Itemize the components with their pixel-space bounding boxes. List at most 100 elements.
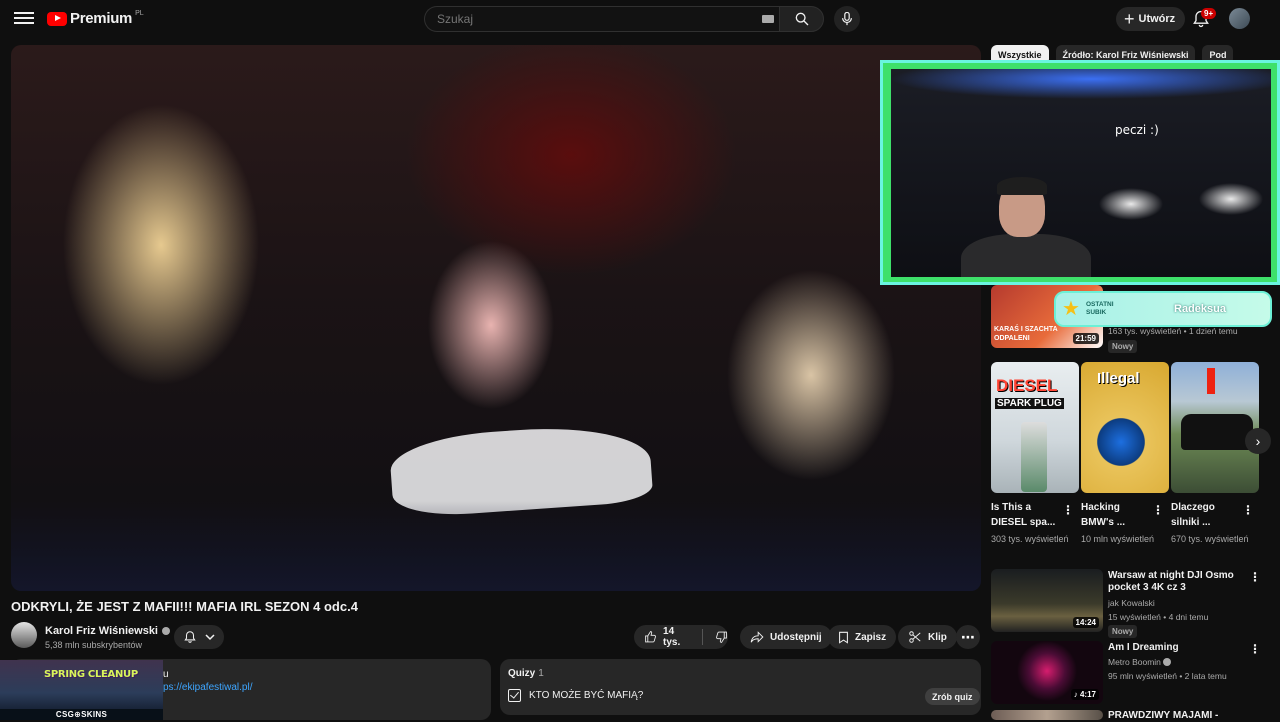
search-bar <box>424 6 824 32</box>
verified-icon <box>1163 658 1172 666</box>
brand-name: Premium <box>70 10 133 27</box>
description-text: u <box>163 669 169 680</box>
youtube-premium-logo[interactable]: Premium PL <box>47 10 144 27</box>
video-meta: 15 wyświetleń • 4 dni temu <box>1108 612 1209 622</box>
recommendation-item[interactable]: ♪ 4:17 Am I Dreaming Metro Boomin 95 mln… <box>991 641 1271 704</box>
video-thumbnail[interactable] <box>1171 362 1259 493</box>
video-meta: 95 mln wyświetleń • 2 lata temu <box>1108 671 1227 681</box>
promo-banner-text: SPRING CLEANUP <box>44 669 138 680</box>
thumbs-up-icon[interactable] <box>644 630 657 644</box>
shorts-card[interactable]: Illegal Hacking BMW's ... 10 mln wyświet… <box>1081 362 1169 544</box>
quiz-heading: Quizy 1 <box>508 668 544 679</box>
subscriber-count: 5,38 mln subskrybentów <box>45 640 143 650</box>
video-thumbnail[interactable] <box>991 710 1103 720</box>
last-sub-label-line1: OSTATNI <box>1086 301 1114 308</box>
shorts-card[interactable]: DIESEL SPARK PLUG Is This a DIESEL spa..… <box>991 362 1079 544</box>
card-title[interactable]: Hacking BMW's ... <box>1081 500 1153 530</box>
microphone-icon <box>842 12 852 26</box>
card-title[interactable]: Dlaczego silniki ... <box>1171 500 1243 530</box>
create-button[interactable]: + Utwórz <box>1116 7 1186 31</box>
channel-name-link[interactable]: Karol Friz Wiśniewski <box>45 625 170 637</box>
channel-name[interactable]: Metro Boomin <box>1108 657 1172 667</box>
quiz-panel <box>500 659 981 715</box>
quiz-count: 1 <box>538 668 544 679</box>
car-image <box>1181 414 1253 450</box>
keyboard-icon[interactable] <box>762 15 774 23</box>
more-actions-button[interactable]: ⋯ <box>956 625 980 649</box>
video-frame-shade <box>11 501 981 591</box>
streamer-body <box>961 234 1091 277</box>
video-thumbnail[interactable]: Illegal <box>1081 362 1169 493</box>
video-thumbnail[interactable]: ♪ 4:17 <box>991 641 1103 704</box>
save-button[interactable]: Zapisz <box>828 625 897 649</box>
bell-icon <box>184 631 196 643</box>
video-title-link[interactable]: Am I Dreaming <box>1108 642 1253 654</box>
video-thumbnail[interactable]: DIESEL SPARK PLUG <box>991 362 1079 493</box>
card-views: 10 mln wyświetleń <box>1081 534 1155 544</box>
video-player[interactable] <box>11 45 981 591</box>
duration-value: 4:17 <box>1079 690 1096 699</box>
video-duration: 21:59 <box>1072 333 1099 344</box>
kebab-menu-icon[interactable]: ⋮ <box>1152 503 1164 517</box>
share-button[interactable]: Udostępnij <box>740 625 832 649</box>
webcam-feed: peczi :) <box>891 69 1271 277</box>
channel-name-text: Metro Boomin <box>1108 657 1161 667</box>
shorts-card[interactable]: Dlaczego silniki ... 670 tys. wyświetleń… <box>1171 362 1259 544</box>
like-separator <box>702 629 703 645</box>
channel-avatar[interactable] <box>11 622 37 648</box>
share-icon <box>750 631 764 643</box>
search-input[interactable] <box>424 6 779 32</box>
new-badge: Nowy <box>1108 340 1138 353</box>
last-sub-label-line2: SUBIK <box>1086 309 1107 316</box>
exclamation-icon <box>1207 368 1215 394</box>
star-icon: ★ <box>1062 298 1080 320</box>
spark-plug-image <box>1021 422 1047 492</box>
recommendation-item[interactable]: PRAWDZIWY MAJAMI - <box>991 710 1271 722</box>
kebab-menu-icon[interactable]: ⋮ <box>1062 503 1074 517</box>
channel-name[interactable]: jak Kowalski <box>1108 598 1155 608</box>
search-icon <box>795 12 808 26</box>
stream-promo-overlay: SPRING CLEANUP CSG⊕SKINS <box>0 660 163 720</box>
share-label: Udostępnij <box>770 631 822 643</box>
thumbnail-caption: KARAŚ I SZACHTA ODPALENI <box>994 326 1058 342</box>
recommendation-item[interactable]: 14:24 Warsaw at night DJI Osmo pocket 3 … <box>991 569 1271 638</box>
video-meta: 163 tys. wyświetleń • 1 dzień temu <box>1108 326 1238 336</box>
streamer-cap <box>997 177 1047 195</box>
description-link[interactable]: ps://ekipafestiwal.pl/ <box>163 682 253 693</box>
bookmark-icon <box>839 631 848 644</box>
clip-button[interactable]: Klip <box>898 625 957 649</box>
chevron-right-icon: › <box>1255 433 1261 449</box>
subscription-notifications-button[interactable] <box>174 625 224 649</box>
region-code: PL <box>135 10 144 17</box>
kebab-menu-icon[interactable]: ⋮ <box>1249 643 1261 655</box>
take-quiz-button[interactable]: Zrób quiz <box>925 688 980 705</box>
promo-footer-text: CSG⊕SKINS <box>0 709 163 720</box>
kebab-menu-icon[interactable]: ⋮ <box>1249 571 1261 583</box>
last-sub-overlay: ★ OSTATNI SUBIK Radeksua <box>1054 291 1272 327</box>
thumbnail-caption: Illegal <box>1097 370 1140 387</box>
video-title-link[interactable]: Warsaw at night DJI Osmo pocket 3 4K cz … <box>1108 570 1253 594</box>
like-count[interactable]: 14 tys. <box>663 626 692 648</box>
plus-icon: + <box>1124 9 1135 29</box>
video-thumbnail[interactable]: 14:24 <box>991 569 1103 632</box>
quiz-title: Quizy <box>508 668 536 679</box>
chevron-down-icon <box>205 634 215 641</box>
youtube-logo-icon <box>47 11 67 26</box>
like-dislike-group: 14 tys. <box>634 625 728 649</box>
scissors-icon <box>909 631 921 643</box>
verified-icon <box>162 627 170 635</box>
voice-search-button[interactable] <box>834 6 860 32</box>
streamer-webcam-overlay: peczi :) <box>880 60 1280 285</box>
account-avatar[interactable] <box>1229 8 1250 29</box>
search-button[interactable] <box>779 6 824 32</box>
card-title[interactable]: Is This a DIESEL spa... <box>991 500 1063 530</box>
kebab-menu-icon[interactable]: ⋮ <box>1242 503 1254 517</box>
thumbs-down-icon[interactable] <box>715 630 728 644</box>
checkbox-icon <box>508 689 521 702</box>
video-title-link[interactable]: PRAWDZIWY MAJAMI - <box>1108 710 1253 722</box>
menu-icon[interactable] <box>14 9 34 29</box>
video-duration: ♪ 4:17 <box>1070 689 1099 700</box>
new-badge: Nowy <box>1108 625 1138 638</box>
card-views: 303 tys. wyświetleń <box>991 534 1069 544</box>
carousel-next-button[interactable]: › <box>1245 428 1271 454</box>
